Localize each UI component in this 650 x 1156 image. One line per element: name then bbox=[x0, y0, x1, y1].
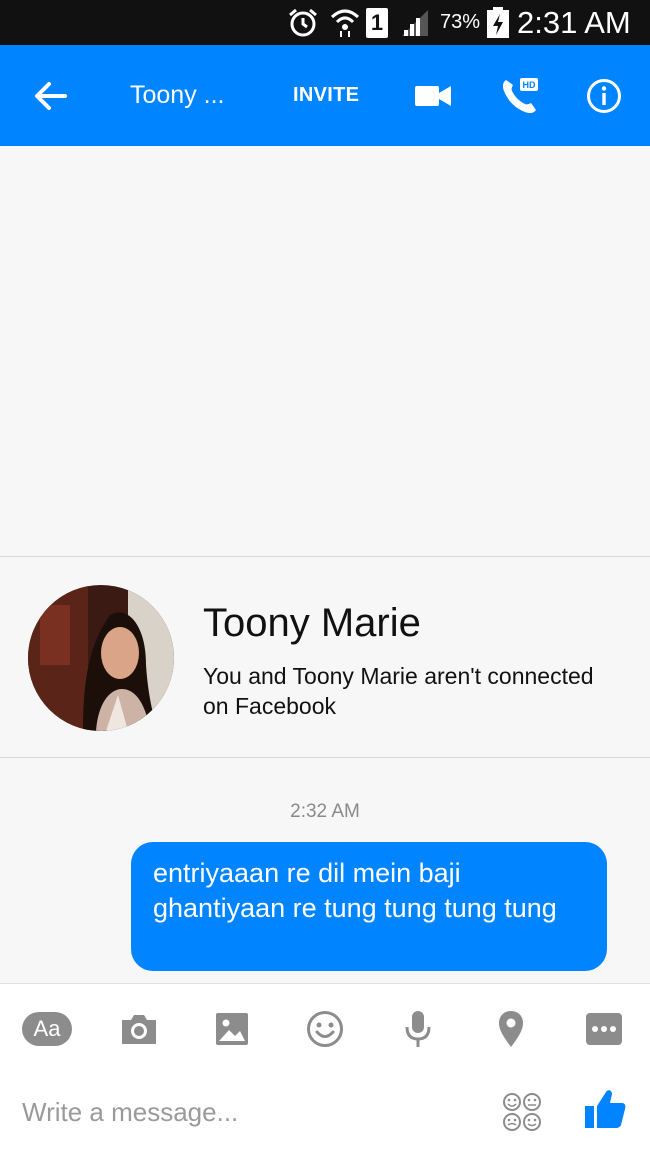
alarm-icon bbox=[287, 0, 319, 45]
hd-label: HD bbox=[523, 80, 536, 90]
info-button[interactable] bbox=[586, 45, 622, 146]
location-pin-icon bbox=[499, 1011, 523, 1047]
phone-call-button[interactable]: HD bbox=[500, 45, 540, 146]
text-aa-icon: Aa bbox=[22, 1012, 72, 1046]
avatar[interactable] bbox=[28, 585, 174, 731]
invite-button[interactable]: INVITE bbox=[293, 45, 359, 146]
signal-icon bbox=[400, 0, 430, 45]
microphone-icon bbox=[405, 1011, 431, 1047]
message-timestamp: 2:32 AM bbox=[290, 801, 360, 822]
phone-hd-icon: HD bbox=[502, 77, 538, 113]
message-input[interactable]: Write a message... bbox=[22, 1097, 462, 1128]
conversation-header: Toony ... INVITE HD bbox=[0, 45, 650, 146]
voice-button[interactable] bbox=[393, 1006, 443, 1052]
outgoing-message-bubble[interactable]: entriyaaan re dil mein baji ghantiyaan r… bbox=[131, 842, 607, 971]
contact-title[interactable]: Toony ... bbox=[130, 45, 225, 146]
gallery-button[interactable] bbox=[207, 1006, 257, 1052]
stickers-button[interactable] bbox=[502, 1092, 542, 1137]
profile-subtitle: You and Toony Marie aren't connected on … bbox=[203, 663, 594, 719]
profile-name: Toony Marie bbox=[203, 601, 421, 645]
status-time: 2:31 AM bbox=[517, 4, 631, 40]
emoji-button[interactable] bbox=[300, 1006, 350, 1052]
emoji-icon bbox=[307, 1011, 343, 1047]
stickers-icon bbox=[503, 1093, 541, 1131]
sim-label: 1 bbox=[366, 7, 388, 38]
location-button[interactable] bbox=[486, 1006, 536, 1052]
video-camera-icon bbox=[415, 85, 451, 106]
sim-icon: 1 bbox=[366, 0, 388, 45]
video-call-button[interactable] bbox=[414, 45, 452, 146]
text-button-label: Aa bbox=[33, 1016, 61, 1041]
like-button[interactable] bbox=[584, 1088, 626, 1135]
back-arrow-icon bbox=[35, 81, 67, 110]
composer: Aa Write a message... bbox=[0, 983, 650, 1156]
gallery-icon bbox=[216, 1013, 248, 1045]
battery-percent: 73% bbox=[440, 11, 481, 33]
more-icon bbox=[586, 1013, 622, 1045]
status-bar: 1 73% 2:31 AM bbox=[0, 0, 650, 45]
text-button[interactable]: Aa bbox=[21, 1006, 73, 1052]
wifi-icon bbox=[330, 0, 360, 45]
camera-icon bbox=[122, 1015, 156, 1044]
battery-charging-icon bbox=[486, 0, 510, 45]
info-icon bbox=[587, 78, 621, 113]
camera-button[interactable] bbox=[114, 1006, 164, 1052]
thumbs-up-icon bbox=[585, 1090, 626, 1128]
back-button[interactable] bbox=[30, 45, 70, 146]
contact-profile-card: Toony Marie You and Toony Marie aren't c… bbox=[0, 556, 650, 758]
more-button[interactable] bbox=[579, 1006, 629, 1052]
